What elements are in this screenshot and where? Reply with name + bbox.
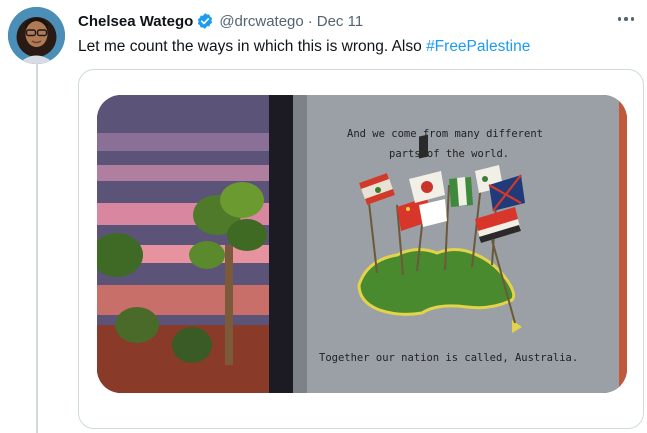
- tweet-body: Let me count the ways in which this is w…: [78, 38, 427, 55]
- tweet-text: Let me count the ways in which this is w…: [78, 37, 530, 57]
- media-card[interactable]: And we come from many different parts of…: [78, 69, 644, 429]
- ellipsis-icon: [617, 17, 622, 21]
- avatar-image: [8, 7, 65, 64]
- separator-dot: ·: [307, 12, 313, 30]
- display-name[interactable]: Chelsea Watego: [78, 13, 193, 30]
- book-text-line1: And we come from many different: [347, 128, 543, 140]
- more-options-button[interactable]: [615, 10, 637, 28]
- book-text-line2: parts of the world.: [389, 148, 509, 160]
- book-footer-text: Together our nation is called, Australia…: [319, 352, 578, 364]
- tweet-date[interactable]: Dec 11: [317, 13, 363, 30]
- avatar[interactable]: [8, 7, 65, 64]
- handle[interactable]: @drcwatego: [219, 13, 303, 30]
- tweet-header: Chelsea Watego @drcwatego · Dec 11: [78, 11, 363, 31]
- book-photo-image: And we come from many different parts of…: [97, 95, 627, 393]
- hashtag-link[interactable]: #FreePalestine: [426, 38, 530, 55]
- media-photo[interactable]: And we come from many different parts of…: [97, 95, 627, 393]
- verified-badge-icon: [196, 12, 214, 30]
- thread-line: [36, 64, 38, 433]
